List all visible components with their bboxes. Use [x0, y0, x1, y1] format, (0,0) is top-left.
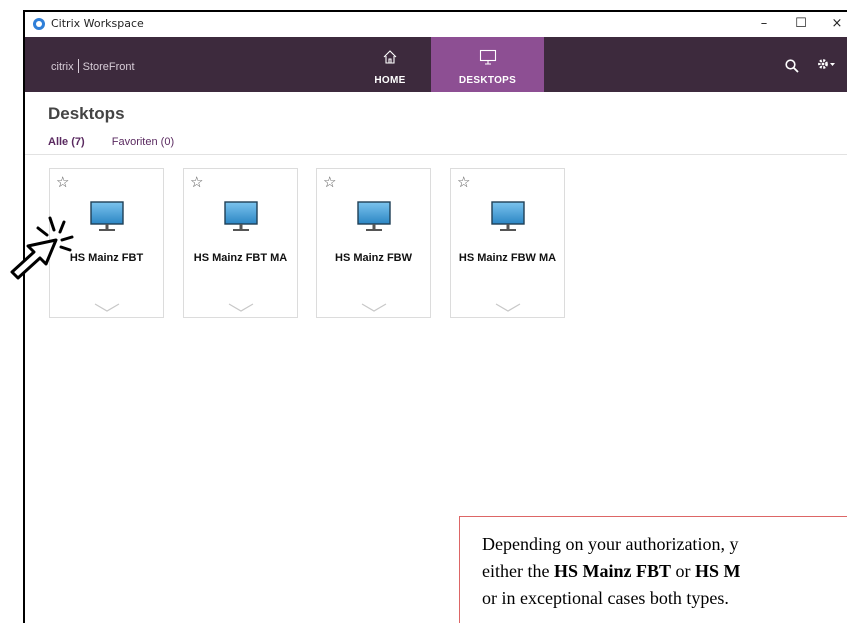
header-divider	[25, 154, 847, 155]
monitor-icon	[491, 201, 525, 238]
desktop-name: HS Mainz FBT MA	[193, 252, 288, 264]
window-frame-left	[23, 10, 25, 623]
window-title: Citrix Workspace	[51, 17, 144, 30]
desktop-card[interactable]: ☆ HS Mainz FBT MA	[183, 168, 298, 318]
storefront-brand: citrix StoreFront	[51, 59, 135, 73]
search-icon[interactable]	[785, 59, 799, 78]
maximize-button[interactable]: ☐	[787, 14, 815, 34]
citrix-workspace-logo-icon	[33, 18, 45, 30]
desktop-name: HS Mainz FBW	[335, 252, 412, 264]
close-button[interactable]: ×	[823, 14, 847, 34]
minimize-button[interactable]: –	[750, 14, 778, 34]
chevron-down-icon[interactable]	[361, 300, 387, 318]
top-navigation-bar: citrix StoreFront HOME DESKTOPS	[25, 37, 847, 92]
nav-tab-desktops[interactable]: DESKTOPS	[431, 37, 544, 92]
desktop-name: HS Mainz FBW MA	[458, 252, 557, 264]
note-line-2-pre: either the	[482, 561, 554, 581]
brand-divider	[77, 59, 79, 73]
desktop-icon	[479, 49, 497, 70]
nav-tab-desktops-label: DESKTOPS	[458, 75, 517, 86]
note-line-1: Depending on your authorization, y	[482, 534, 739, 554]
click-pointer-annotation-icon	[8, 210, 78, 290]
filter-tabs: Alle (7) Favoriten (0)	[48, 136, 198, 148]
nav-tab-home-label: HOME	[374, 75, 406, 86]
page-title: Desktops	[48, 104, 125, 123]
chevron-down-icon[interactable]	[495, 300, 521, 318]
settings-gear-icon[interactable]	[816, 57, 836, 74]
desktop-card[interactable]: ☆ HS Mainz FBW MA	[450, 168, 565, 318]
window-titlebar[interactable]: Citrix Workspace – ☐ ×	[25, 12, 847, 37]
instruction-callout: Depending on your authorization, y eithe…	[459, 516, 847, 623]
desktop-card[interactable]: ☆ HS Mainz FBW	[316, 168, 431, 318]
favorite-star-icon[interactable]: ☆	[323, 173, 336, 191]
brand-product: StoreFront	[82, 61, 135, 73]
tab-all[interactable]: Alle (7)	[48, 136, 85, 148]
note-line-3: or in exceptional cases both types.	[482, 588, 729, 608]
note-bold-fbt: HS Mainz FBT	[553, 561, 671, 581]
monitor-icon	[90, 201, 124, 238]
favorite-star-icon[interactable]: ☆	[457, 173, 470, 191]
chevron-down-icon[interactable]	[94, 300, 120, 318]
brand-citrix: citrix	[51, 61, 74, 73]
monitor-icon	[357, 201, 391, 238]
favorite-star-icon[interactable]: ☆	[56, 173, 69, 191]
favorite-star-icon[interactable]: ☆	[190, 173, 203, 191]
nav-tab-home[interactable]: HOME	[350, 37, 430, 92]
chevron-down-icon[interactable]	[228, 300, 254, 318]
tab-favorites[interactable]: Favoriten (0)	[112, 136, 174, 148]
note-bold-fbw: HS M	[694, 561, 741, 581]
note-line-2-mid: or	[670, 561, 695, 581]
monitor-icon	[224, 201, 258, 238]
home-icon	[382, 49, 398, 70]
